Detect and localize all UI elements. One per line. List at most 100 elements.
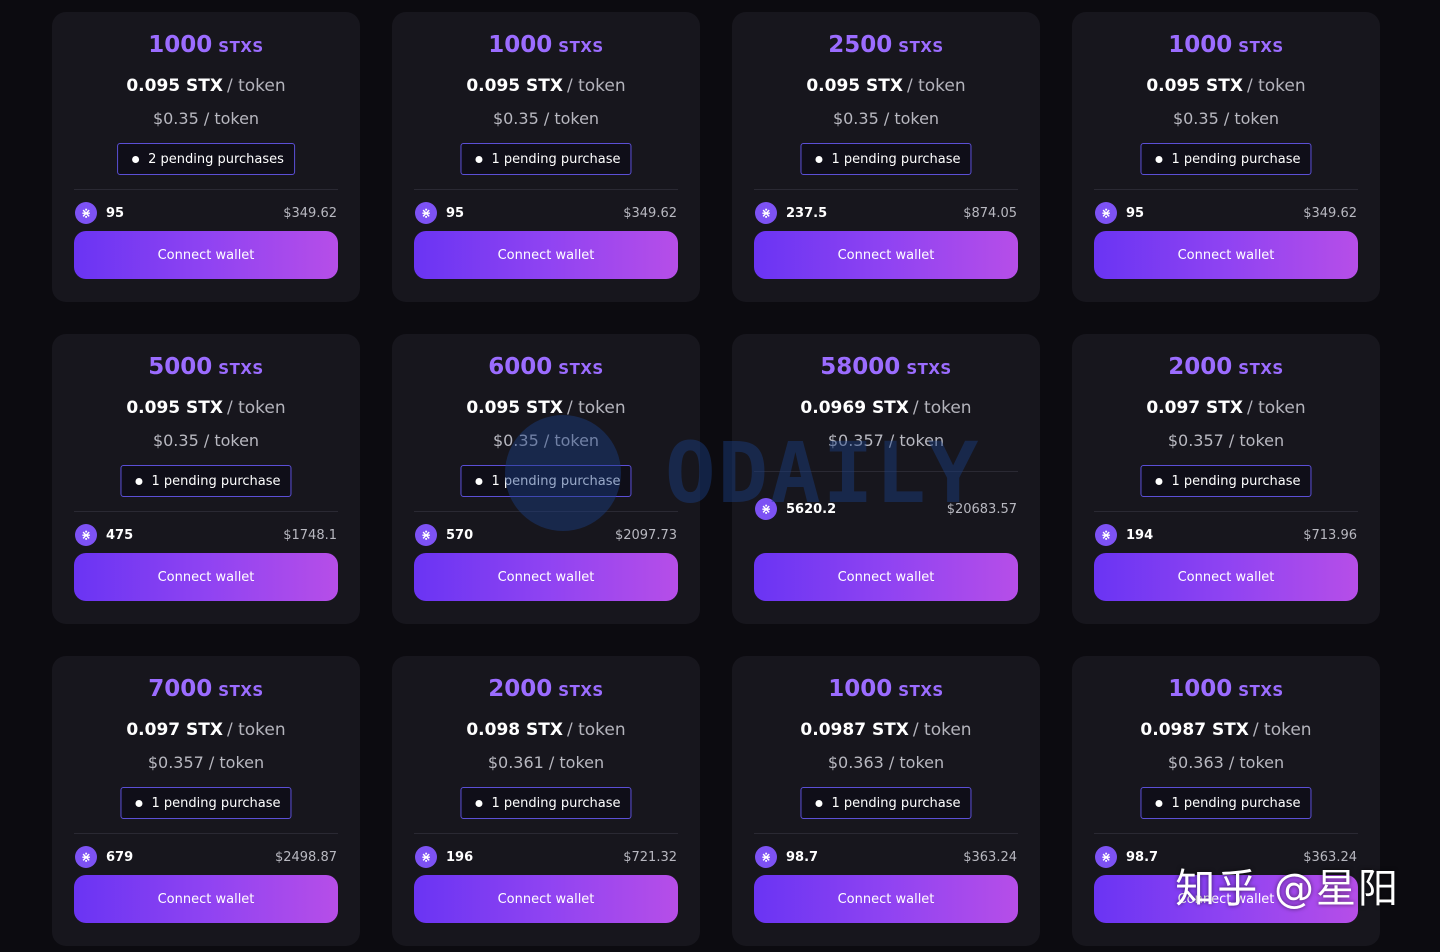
- price-stx: 0.095 STX: [126, 398, 223, 418]
- connect-wallet-button[interactable]: Connect wallet: [414, 875, 678, 923]
- connect-wallet-button[interactable]: Connect wallet: [754, 875, 1018, 923]
- price-usd: $0.35 / token: [1072, 109, 1380, 128]
- price-usd: $0.35 / token: [392, 109, 700, 128]
- connect-wallet-button[interactable]: Connect wallet: [74, 231, 338, 279]
- listing-amount: 7000 STXS: [52, 676, 360, 702]
- pending-dot-icon: [132, 155, 140, 163]
- usd-total: $1748.1: [283, 527, 337, 543]
- zhihu-attribution: 知乎 @星阳: [1175, 866, 1400, 912]
- connect-wallet-button[interactable]: Connect wallet: [754, 231, 1018, 279]
- stx-total: 98.7: [786, 849, 819, 865]
- listing-amount: 1000 STXS: [1072, 676, 1380, 702]
- usd-value: $0.363: [1167, 753, 1224, 772]
- divider: [1094, 833, 1358, 834]
- price-stx: 0.098 STX: [466, 720, 563, 740]
- usd-total: $2097.73: [614, 527, 677, 543]
- usd-total: $349.62: [283, 205, 337, 221]
- pending-purchase-badge: 1 pending purchase: [1140, 143, 1312, 175]
- per-token-label: / token: [208, 753, 265, 772]
- divider: [74, 511, 338, 512]
- price-per-token: 0.097 STX / token: [52, 720, 360, 740]
- amount-value: 2500: [828, 32, 893, 58]
- usd-total: $874.05: [963, 205, 1017, 221]
- listing-amount: 1000 STXS: [1072, 32, 1380, 58]
- connect-wallet-button[interactable]: Connect wallet: [74, 875, 338, 923]
- price-stx: 0.0969 STX: [800, 398, 909, 418]
- stx-total: 570: [446, 527, 474, 543]
- per-token-label: / token: [888, 431, 945, 450]
- connect-wallet-button[interactable]: Connect wallet: [74, 553, 338, 601]
- listing-stats: ⋇ 237.5 $874.05: [755, 201, 1017, 225]
- listing-amount: 58000 STXS: [732, 354, 1040, 380]
- connect-wallet-button[interactable]: Connect wallet: [414, 553, 678, 601]
- price-usd: $0.35 / token: [732, 109, 1040, 128]
- stacks-token-icon: ⋇: [75, 846, 97, 868]
- per-token-label: / token: [226, 76, 286, 96]
- listing-card: 1000 STXS 0.0987 STX / token $0.363 / toke…: [732, 656, 1040, 946]
- usd-value: $0.35: [152, 431, 199, 450]
- listing-card: 1000 STXS 0.095 STX / token $0.35 / token …: [1072, 12, 1380, 302]
- amount-value: 1000: [1168, 676, 1233, 702]
- pending-purchase-badge: 1 pending purchase: [460, 143, 632, 175]
- price-stx: 0.095 STX: [466, 76, 563, 96]
- per-token-label: / token: [543, 109, 600, 128]
- pending-text: 1 pending purchase: [1171, 473, 1301, 489]
- listing-amount: 1000 STXS: [392, 32, 700, 58]
- price-stx: 0.095 STX: [806, 76, 903, 96]
- per-token-label: / token: [226, 398, 286, 418]
- listing-card: 1000 STXS 0.095 STX / token $0.35 / token …: [392, 12, 700, 302]
- pending-dot-icon: [1155, 477, 1163, 485]
- amount-unit: STXS: [1238, 682, 1284, 700]
- pending-text: 1 pending purchase: [491, 473, 621, 489]
- per-token-label: / token: [566, 720, 626, 740]
- usd-total: $349.62: [623, 205, 677, 221]
- price-per-token: 0.0987 STX / token: [1072, 720, 1380, 740]
- connect-wallet-button[interactable]: Connect wallet: [414, 231, 678, 279]
- pending-text: 1 pending purchase: [1171, 151, 1301, 167]
- amount-unit: STXS: [898, 682, 944, 700]
- per-token-label: / token: [883, 109, 940, 128]
- per-token-label: / token: [543, 431, 600, 450]
- per-token-label: / token: [566, 398, 626, 418]
- amount-value: 6000: [488, 354, 553, 380]
- listing-amount: 5000 STXS: [52, 354, 360, 380]
- stx-total: 5620.2: [786, 501, 837, 517]
- amount-value: 5000: [148, 354, 213, 380]
- stx-total: 475: [106, 527, 134, 543]
- pending-purchase-badge: 1 pending purchase: [800, 143, 972, 175]
- listing-stats: ⋇ 98.7 $363.24: [755, 845, 1017, 869]
- divider: [414, 511, 678, 512]
- pending-dot-icon: [475, 155, 483, 163]
- divider: [754, 833, 1018, 834]
- stx-total: 95: [106, 205, 125, 221]
- amount-unit: STXS: [558, 38, 604, 56]
- pending-purchase-badge: 1 pending purchase: [460, 465, 632, 497]
- pending-dot-icon: [135, 477, 143, 485]
- stacks-token-icon: ⋇: [755, 202, 777, 224]
- connect-wallet-button[interactable]: Connect wallet: [1094, 553, 1358, 601]
- price-per-token: 0.095 STX / token: [52, 76, 360, 96]
- amount-value: 1000: [1168, 32, 1233, 58]
- stx-total: 196: [446, 849, 474, 865]
- per-token-label: / token: [203, 109, 260, 128]
- listings-grid: 1000 STXS 0.0987 STX / token $0.363 / toke…: [0, 0, 1440, 952]
- listing-amount: 2000 STXS: [392, 676, 700, 702]
- amount-value: 58000: [820, 354, 901, 380]
- pending-text: 1 pending purchase: [491, 151, 621, 167]
- stx-total: 98.7: [1126, 849, 1159, 865]
- listing-stats: ⋇ 475 $1748.1: [75, 523, 337, 547]
- listing-stats: ⋇ 95 $349.62: [1095, 201, 1357, 225]
- connect-wallet-button[interactable]: Connect wallet: [1094, 231, 1358, 279]
- stx-total: 679: [106, 849, 134, 865]
- listing-card: 2000 STXS 0.098 STX / token $0.361 / token…: [392, 656, 700, 946]
- connect-wallet-button[interactable]: Connect wallet: [754, 553, 1018, 601]
- amount-value: 1000: [828, 676, 893, 702]
- price-per-token: 0.095 STX / token: [52, 398, 360, 418]
- amount-unit: STXS: [1238, 360, 1284, 378]
- listing-stats: ⋇ 95 $349.62: [75, 201, 337, 225]
- listing-stats: ⋇ 196 $721.32: [415, 845, 677, 869]
- per-token-label: / token: [1228, 753, 1285, 772]
- per-token-label: / token: [912, 398, 972, 418]
- stacks-token-icon: ⋇: [75, 202, 97, 224]
- pending-purchase-badge: 1 pending purchase: [120, 465, 292, 497]
